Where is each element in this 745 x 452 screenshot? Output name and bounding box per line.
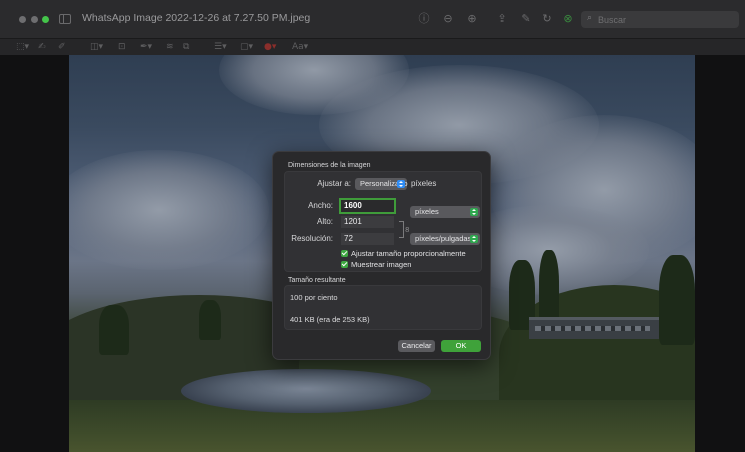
width-field[interactable] [341,200,394,212]
ok-button[interactable]: OK [441,340,481,352]
title-bar: WhatsApp Image 2022-12-26 at 7.27.50 PM.… [0,0,745,38]
dimensions-section-label: Dimensiones de la imagen [288,162,371,169]
width-label: Ancho: [308,201,333,210]
resolution-unit-popup[interactable]: píxeles/pulgadas [410,233,480,245]
search-field[interactable]: ⌕ [581,11,739,28]
photo-tree [99,305,129,355]
resolution-label: Resolución: [291,234,333,243]
cancel-button[interactable]: Cancelar [398,340,435,352]
size-unit-value: píxeles [415,207,439,216]
resolution-unit-value: píxeles/pulgadas [415,234,472,243]
border-color-icon[interactable]: ▢▾ [240,41,253,54]
result-percent: 100 por ciento [290,293,338,302]
fullscreen-window-button[interactable] [42,15,49,23]
popup-arrows-icon [397,180,405,188]
resample-checkbox[interactable] [341,261,348,268]
photo-building [529,317,659,339]
search-input[interactable] [598,13,728,26]
text-style-label: Aa [292,42,304,52]
close-window-button[interactable] [19,15,26,23]
preview-window: WhatsApp Image 2022-12-26 at 7.27.50 PM.… [0,0,745,452]
constrain-bracket [399,221,404,238]
adjust-color-icon[interactable]: ≋ [166,41,174,54]
photo-tree [659,255,695,345]
resolution-field[interactable] [341,233,394,245]
dimensions-group: Ajustar a: Personalizado píxeles Ancho: … [284,171,482,272]
height-label: Alto: [316,217,333,226]
resample-label: Muestrear imagen [351,260,412,269]
text-style-button[interactable]: Aa▾ [292,41,308,54]
markup-icon[interactable]: ⊗ [561,12,575,26]
text-tool-icon[interactable]: ⊡ [118,41,126,54]
info-icon[interactable]: ⓘ [417,12,431,26]
minimize-window-button[interactable] [31,15,38,23]
scale-proportionally-checkbox[interactable] [341,250,348,257]
constrain-lock-icon: 8 [405,226,410,234]
fill-color-icon[interactable]: ●▾ [264,41,276,54]
result-size: 401 KB (era de 253 KB) [290,315,370,324]
sign-tool-icon[interactable]: ✒▾ [140,41,152,54]
popup-arrows-icon [470,235,478,243]
draw-tool-icon[interactable]: ✐ [58,41,66,54]
fit-popup[interactable]: Personalizado [355,178,408,190]
popup-arrows-icon [470,208,478,216]
size-unit-popup[interactable]: píxeles [410,206,480,218]
search-icon: ⌕ [587,13,593,23]
fit-unit-label: píxeles [411,179,437,188]
height-field[interactable] [341,216,394,228]
shape-style-icon[interactable]: ☰▾ [214,41,227,54]
window-title: WhatsApp Image 2022-12-26 at 7.27.50 PM.… [82,12,311,24]
adjust-size-dialog: Dimensiones de la imagen Ajustar a: Pers… [272,151,491,360]
shapes-tool-icon[interactable]: ◫▾ [90,41,103,54]
adjust-size-icon[interactable]: ⧉ [183,41,189,54]
markup-toolbar: ⬚▾ ✍ ✐ ◫▾ ⊡ ✒▾ ≋ ⧉ ☰▾ ▢▾ ●▾ Aa▾ [0,38,745,55]
photo-pond [181,369,431,413]
scale-proportionally-label: Ajustar tamaño proporcionalmente [351,249,466,258]
rotate-icon[interactable]: ↻ [540,12,554,26]
sidebar-toggle-icon[interactable] [59,14,71,24]
sketch-tool-icon[interactable]: ✍ [38,41,46,54]
zoom-in-icon[interactable]: ⊕ [465,12,479,26]
selection-tool-icon[interactable]: ⬚▾ [16,41,29,54]
fit-label: Ajustar a: [317,179,351,188]
photo-tree [199,300,221,340]
zoom-out-icon[interactable]: ⊖ [441,12,455,26]
result-section-label: Tamaño resultante [288,277,346,284]
share-icon[interactable]: ⇪ [495,12,509,26]
highlight-icon[interactable]: ✎ [519,12,533,26]
